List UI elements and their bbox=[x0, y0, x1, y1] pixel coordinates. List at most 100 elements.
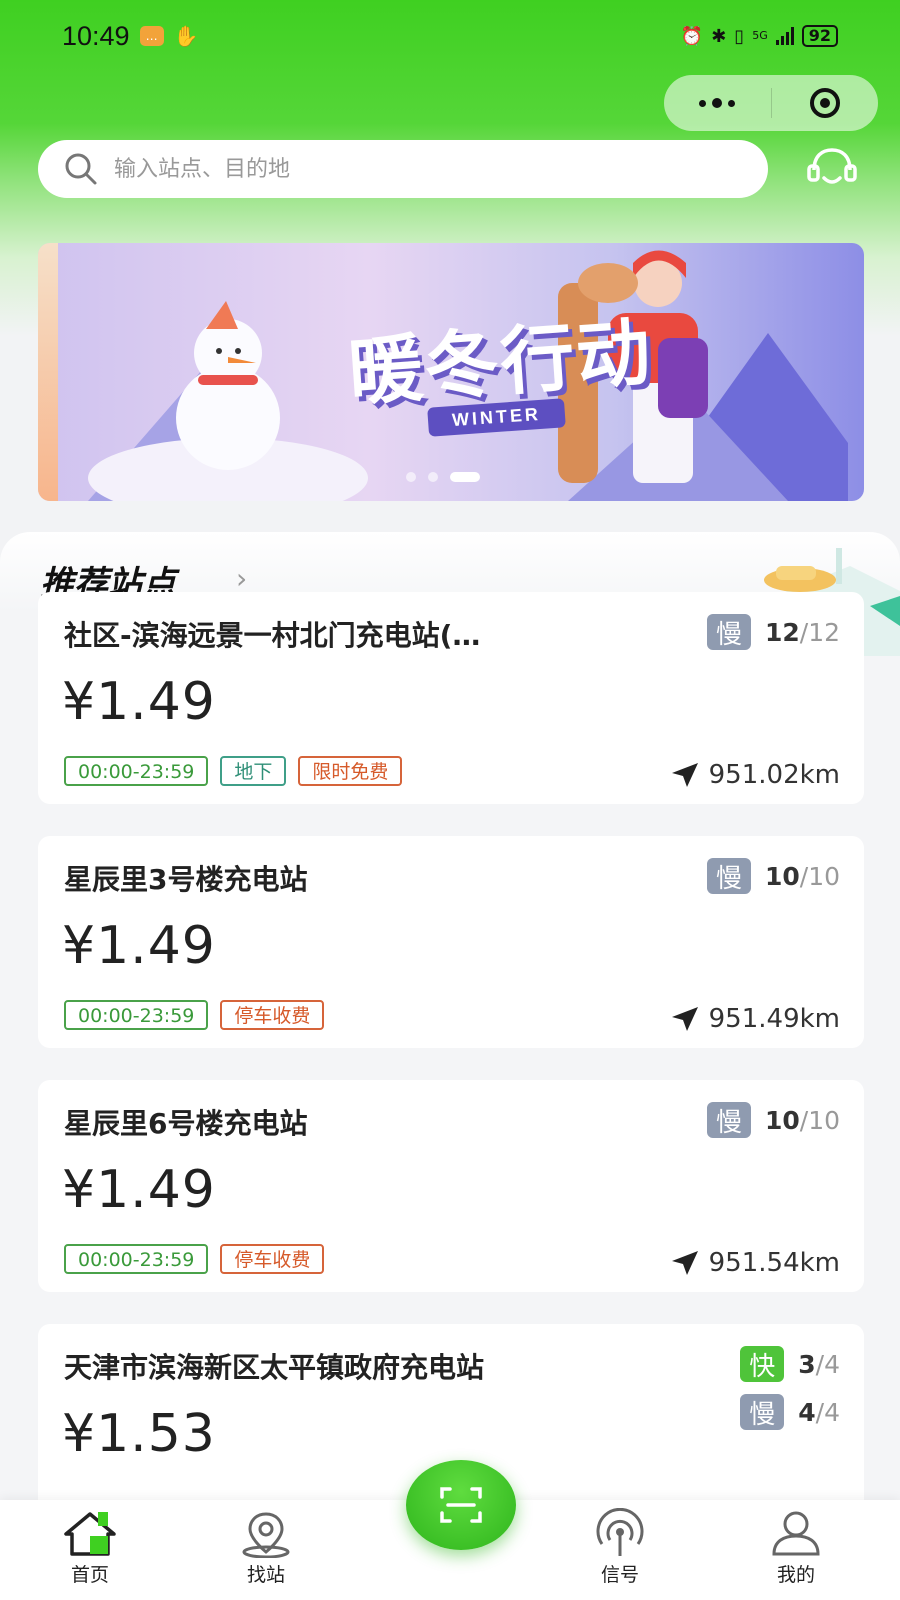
banner-slide: 暖冬行动 WINTER bbox=[88, 243, 848, 501]
tab-label: 首页 bbox=[70, 1564, 109, 1586]
tag-free-limited: 限时免费 bbox=[298, 756, 403, 786]
alarm-icon: ⏰ bbox=[680, 25, 704, 47]
status-time: 10:49 bbox=[62, 20, 130, 51]
station-slots: 慢 10/10 bbox=[706, 1102, 840, 1138]
slot-total: /4 bbox=[815, 1349, 840, 1379]
slot-count: 10/10 bbox=[765, 862, 840, 891]
slot-row: 慢 4/4 bbox=[740, 1394, 840, 1430]
pagination-dot[interactable] bbox=[406, 472, 416, 482]
slot-available: 10 bbox=[764, 861, 800, 891]
station-distance: 951.49km bbox=[671, 1004, 840, 1034]
search-icon bbox=[65, 153, 97, 185]
tag-underground: 地下 bbox=[220, 756, 287, 786]
network-type: 5G bbox=[752, 29, 768, 42]
vibrate-icon: ▯ bbox=[734, 25, 745, 47]
tab-home[interactable]: 首页 bbox=[40, 1508, 140, 1587]
station-slots: 快 3/4 慢 4/4 bbox=[740, 1346, 840, 1430]
status-right: ⏰ ✱ ▯ 5G 92 bbox=[681, 25, 838, 47]
banner-title: 暖冬行动 bbox=[345, 309, 656, 417]
slot-available: 3 bbox=[798, 1349, 816, 1379]
signal-icon bbox=[596, 1508, 644, 1556]
station-name: 天津市滨海新区太平镇政府充电站 bbox=[64, 1351, 485, 1384]
station-price: ¥1.53 bbox=[62, 1404, 216, 1464]
slot-count: 10/10 bbox=[765, 1106, 840, 1135]
station-price: ¥1.49 bbox=[62, 1160, 216, 1220]
distance-value: 951.54km bbox=[708, 1248, 840, 1278]
tab-signal[interactable]: 信号 bbox=[570, 1508, 670, 1587]
customer-service-icon[interactable] bbox=[806, 146, 858, 192]
slot-total: /10 bbox=[799, 1105, 840, 1135]
previous-slide-peek bbox=[38, 243, 58, 501]
navigate-arrow-icon bbox=[671, 1251, 698, 1275]
station-price: ¥1.49 bbox=[62, 672, 216, 732]
tag-parking-fee: 停车收费 bbox=[220, 1244, 325, 1274]
slot-available: 10 bbox=[764, 1105, 800, 1135]
slot-count: 4/4 bbox=[798, 1398, 840, 1427]
pagination-dot[interactable] bbox=[428, 472, 438, 482]
station-tags: 00:00-23:59 停车收费 bbox=[64, 1000, 325, 1030]
scan-icon bbox=[440, 1487, 482, 1523]
slow-charge-badge: 慢 bbox=[706, 614, 751, 650]
navigate-arrow-icon bbox=[671, 763, 698, 787]
hand-notification-icon: ✋ bbox=[173, 24, 199, 48]
more-menu-button[interactable] bbox=[664, 98, 771, 108]
station-card[interactable]: 星辰里6号楼充电站 慢 10/10 ¥1.49 00:00-23:59 停车收费… bbox=[38, 1080, 864, 1292]
slot-available: 4 bbox=[798, 1397, 816, 1427]
promo-banner[interactable]: 暖冬行动 WINTER bbox=[38, 243, 864, 501]
home-icon bbox=[64, 1512, 116, 1556]
search-input[interactable] bbox=[114, 156, 714, 182]
tab-label: 我的 bbox=[776, 1564, 815, 1586]
slot-available: 12 bbox=[764, 617, 800, 647]
message-notification-icon: … bbox=[139, 26, 164, 46]
station-slots: 慢 10/10 bbox=[706, 858, 840, 894]
slot-row: 慢 12/12 bbox=[706, 614, 840, 650]
slot-total: /10 bbox=[799, 861, 840, 891]
station-tags: 00:00-23:59 地下 限时免费 bbox=[64, 756, 403, 786]
slot-row: 慢 10/10 bbox=[706, 1102, 840, 1138]
station-name: 社区-滨海远景一村北门充电站(… bbox=[64, 619, 481, 652]
navigate-arrow-icon bbox=[671, 1007, 698, 1031]
tag-hours: 00:00-23:59 bbox=[64, 756, 209, 786]
tab-label: 找站 bbox=[246, 1564, 285, 1586]
search-bar[interactable] bbox=[38, 140, 768, 198]
miniprogram-capsule bbox=[664, 75, 878, 131]
slot-count: 12/12 bbox=[765, 618, 840, 647]
close-miniprogram-button[interactable] bbox=[772, 88, 879, 118]
tag-hours: 00:00-23:59 bbox=[64, 1000, 209, 1030]
location-icon bbox=[242, 1512, 290, 1558]
fast-charge-badge: 快 bbox=[740, 1346, 785, 1382]
tag-hours: 00:00-23:59 bbox=[64, 1244, 209, 1274]
slot-total: /4 bbox=[815, 1397, 840, 1427]
slow-charge-badge: 慢 bbox=[706, 1102, 751, 1138]
slow-charge-badge: 慢 bbox=[740, 1394, 785, 1430]
target-icon bbox=[809, 88, 840, 118]
slot-row: 慢 10/10 bbox=[706, 858, 840, 894]
slot-row: 快 3/4 bbox=[740, 1346, 840, 1382]
slot-count: 3/4 bbox=[798, 1350, 840, 1379]
distance-value: 951.02km bbox=[708, 760, 840, 790]
bluetooth-icon: ✱ bbox=[711, 25, 727, 47]
pagination-dot-active[interactable] bbox=[450, 472, 480, 482]
user-icon bbox=[772, 1511, 820, 1556]
station-slots: 慢 12/12 bbox=[706, 614, 840, 650]
status-bar: 10:49 … ✋ ⏰ ✱ ▯ 5G 92 bbox=[0, 0, 900, 72]
tab-mine[interactable]: 我的 bbox=[746, 1508, 846, 1587]
recommend-more-arrow[interactable]: › bbox=[236, 562, 247, 595]
station-card[interactable]: 社区-滨海远景一村北门充电站(… 慢 12/12 ¥1.49 00:00-23:… bbox=[38, 592, 864, 804]
status-left: 10:49 … ✋ bbox=[62, 21, 198, 52]
distance-value: 951.49km bbox=[708, 1004, 840, 1034]
slot-total: /12 bbox=[799, 617, 840, 647]
banner-pagination bbox=[406, 472, 480, 482]
slow-charge-badge: 慢 bbox=[706, 858, 751, 894]
signal-strength-icon bbox=[775, 27, 794, 45]
battery-level: 92 bbox=[801, 25, 838, 47]
tag-parking-fee: 停车收费 bbox=[220, 1000, 325, 1030]
station-price: ¥1.49 bbox=[62, 916, 216, 976]
tab-label: 信号 bbox=[600, 1564, 639, 1586]
station-distance: 951.54km bbox=[671, 1248, 840, 1278]
scan-button[interactable] bbox=[406, 1460, 516, 1550]
tab-find-station[interactable]: 找站 bbox=[216, 1508, 316, 1587]
station-name: 星辰里3号楼充电站 bbox=[64, 863, 308, 896]
station-distance: 951.02km bbox=[671, 760, 840, 790]
station-card[interactable]: 星辰里3号楼充电站 慢 10/10 ¥1.49 00:00-23:59 停车收费… bbox=[38, 836, 864, 1048]
